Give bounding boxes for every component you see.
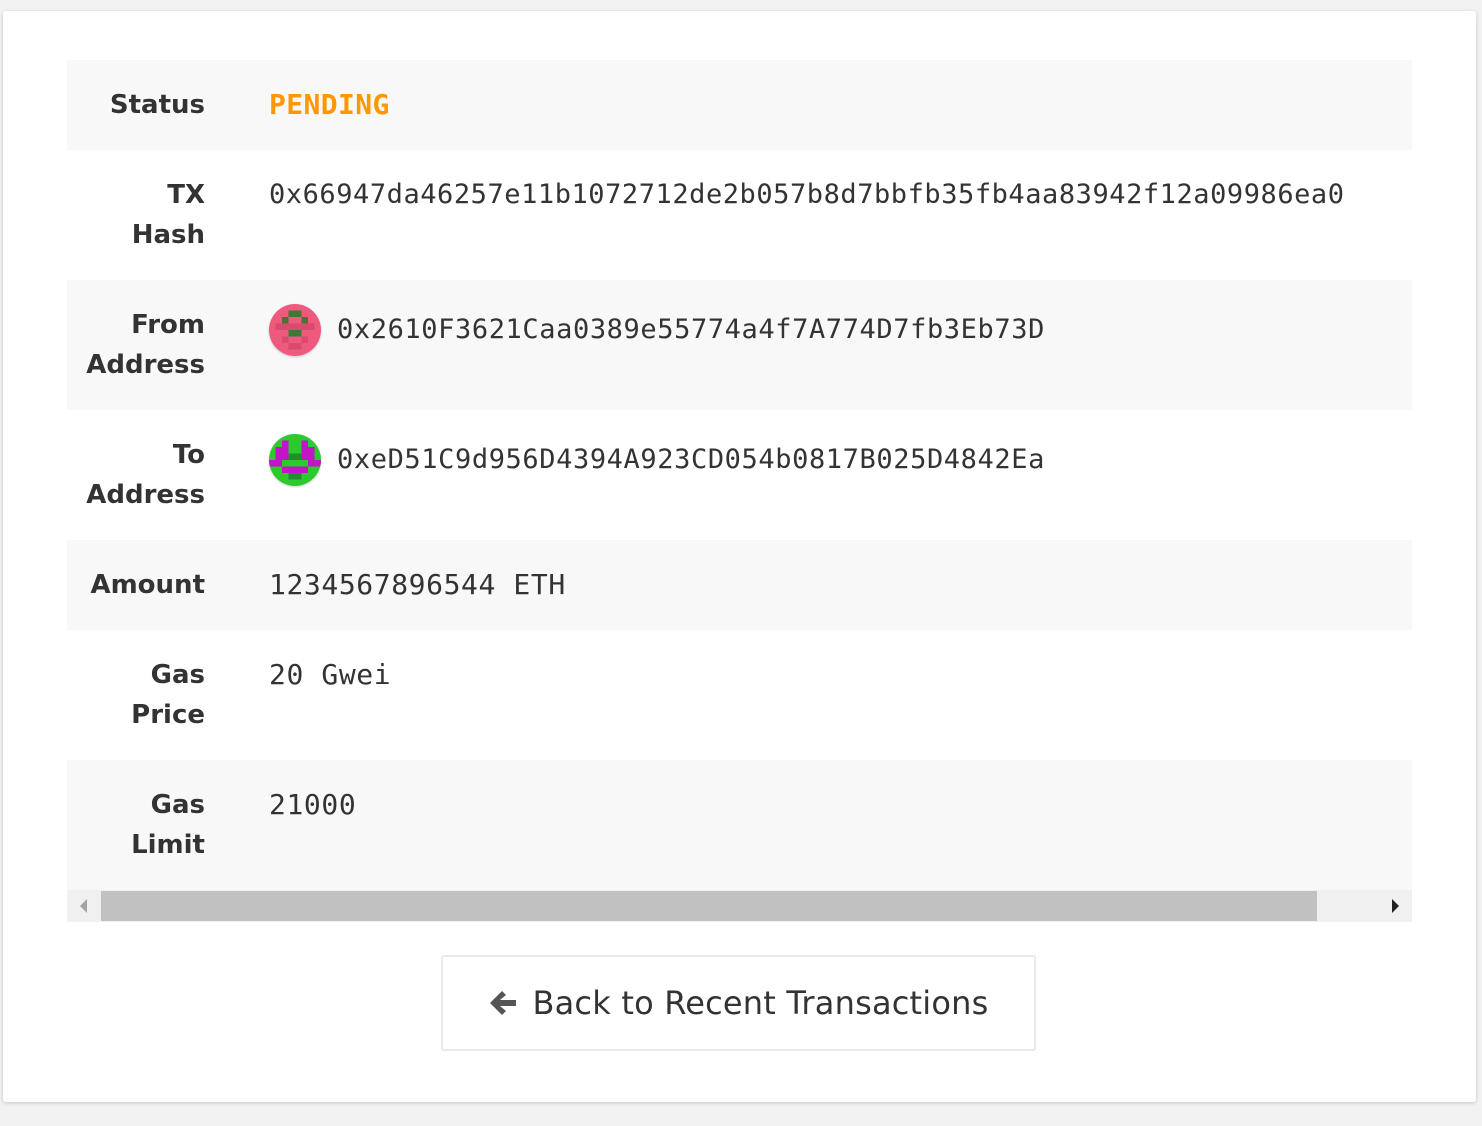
back-to-recent-transactions-button[interactable]: Back to Recent Transactions — [441, 955, 1036, 1051]
from-address-identicon — [269, 304, 321, 356]
tx-hash-label-line2: Hash — [131, 220, 205, 250]
gas-price-label-line1: Gas — [150, 660, 205, 690]
gas-limit-value: 21000 — [269, 788, 357, 821]
horizontal-scrollbar[interactable] — [67, 890, 1412, 922]
gas-price-label-line2: Price — [131, 700, 205, 730]
scroll-right-arrow-icon[interactable] — [1378, 890, 1412, 922]
from-address-label-line1: From — [131, 310, 205, 340]
row-tx-hash: TX Hash 0x66947da46257e11b1072712de2b057… — [67, 150, 1412, 280]
transaction-detail-card: Status PENDING TX Hash 0x66947da46257e11… — [3, 11, 1476, 1102]
transaction-details-table: Status PENDING TX Hash 0x66947da46257e11… — [67, 60, 1412, 922]
row-status: Status PENDING — [67, 60, 1412, 150]
from-address-field: 0x2610F3621Caa0389e55774a4f7A774D7fb3Eb7… — [269, 304, 1045, 356]
from-address-value: 0x2610F3621Caa0389e55774a4f7A774D7fb3Eb7… — [337, 314, 1045, 345]
to-address-label-line1: To — [172, 440, 205, 470]
amount-label: Amount — [90, 570, 205, 600]
back-button-label: Back to Recent Transactions — [532, 984, 989, 1022]
row-from-address: From Address 0x2610F3621Caa0389e55774a4f… — [67, 280, 1412, 410]
row-gas-limit: Gas Limit 21000 — [67, 760, 1412, 890]
status-value: PENDING — [269, 88, 390, 121]
amount-value: 1234567896544 ETH — [269, 568, 566, 601]
to-address-value: 0xeD51C9d956D4394A923CD054b0817B025D4842… — [337, 444, 1045, 475]
tx-hash-value: 0x66947da46257e11b1072712de2b057b8d7bbfb… — [269, 179, 1345, 210]
to-address-identicon — [269, 434, 321, 486]
row-gas-price: Gas Price 20 Gwei — [67, 630, 1412, 760]
to-address-label-line2: Address — [86, 480, 205, 510]
row-to-address: To Address 0xeD51C9d956D4394A923CD054b08… — [67, 410, 1412, 540]
arrow-left-icon — [488, 988, 518, 1018]
gas-limit-label-line2: Limit — [131, 830, 205, 860]
status-label: Status — [109, 90, 205, 120]
scrollbar-thumb[interactable] — [101, 891, 1317, 921]
tx-hash-label-line1: TX — [167, 180, 205, 210]
to-address-field: 0xeD51C9d956D4394A923CD054b0817B025D4842… — [269, 434, 1045, 486]
from-address-label-line2: Address — [86, 350, 205, 380]
row-amount: Amount 1234567896544 ETH — [67, 540, 1412, 630]
gas-limit-label-line1: Gas — [150, 790, 205, 820]
gas-price-value: 20 Gwei — [269, 658, 392, 691]
scroll-left-arrow-icon[interactable] — [67, 890, 101, 922]
